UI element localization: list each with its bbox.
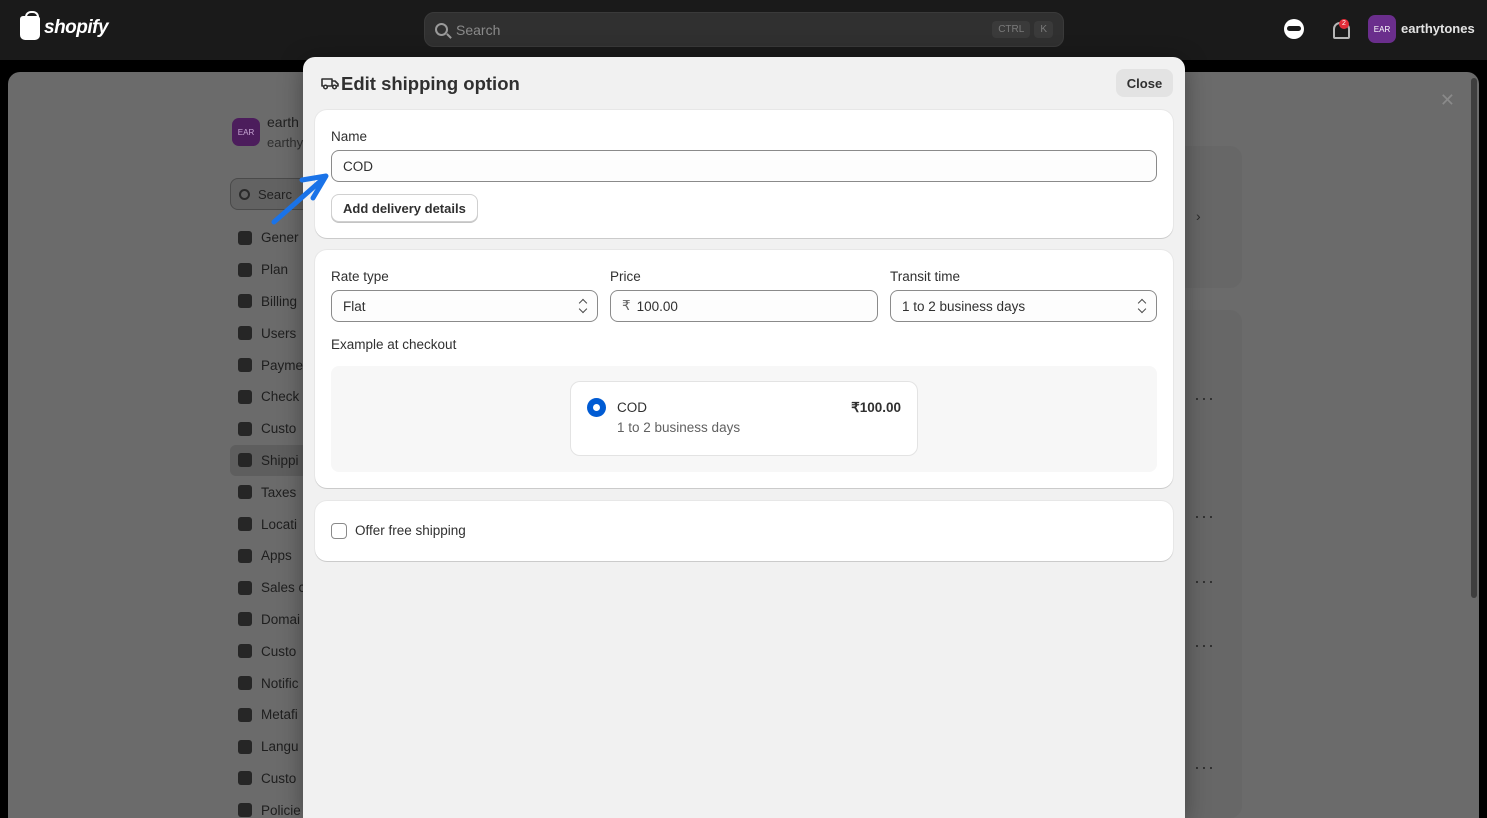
apps-icon xyxy=(238,548,252,563)
price-input[interactable]: ₹ 100.00 xyxy=(610,290,878,322)
more-icon: ··· xyxy=(1194,388,1215,408)
settings-close-icon: ✕ xyxy=(1439,90,1455,110)
modal-header: Edit shipping option Close xyxy=(303,57,1185,109)
rate-type-value: Flat xyxy=(343,298,366,314)
policy-icon xyxy=(238,803,252,818)
transit-time-select[interactable]: 1 to 2 business days xyxy=(890,290,1157,322)
store-domain: earthy xyxy=(267,135,304,150)
search-placeholder: Search xyxy=(456,21,501,38)
metafield-icon xyxy=(238,707,252,722)
shopify-logo[interactable]: shopify xyxy=(20,11,109,40)
plan-icon xyxy=(238,262,252,277)
notification-badge: 2 xyxy=(1339,19,1349,29)
nav-label: Users xyxy=(261,325,297,341)
free-shipping-checkbox[interactable] xyxy=(331,523,347,539)
example-at-checkout-label: Example at checkout xyxy=(331,337,457,352)
cursor-icon xyxy=(238,644,252,659)
select-chevron-icon xyxy=(1138,299,1146,313)
more-icon: ··· xyxy=(1194,506,1215,526)
annotation-arrow-icon xyxy=(271,173,329,225)
checkout-preview-option: COD ₹100.00 1 to 2 business days xyxy=(570,381,918,456)
nav-label: Payme xyxy=(261,357,304,373)
cart-icon xyxy=(238,389,252,404)
store-avatar: EAR xyxy=(232,118,260,146)
add-delivery-details-button[interactable]: Add delivery details xyxy=(331,194,478,222)
transit-time-label: Transit time xyxy=(890,269,961,284)
more-icon: ··· xyxy=(1194,571,1215,591)
select-chevron-icon xyxy=(579,299,587,313)
nav-label: Policie xyxy=(261,802,301,818)
nav-label: Custo xyxy=(261,421,297,437)
language-icon xyxy=(238,739,252,754)
channels-icon xyxy=(238,580,252,595)
rate-type-label: Rate type xyxy=(331,269,389,284)
shortcut-ctrl: CTRL xyxy=(992,21,1031,38)
tax-icon xyxy=(238,485,252,500)
shopify-bag-icon xyxy=(20,11,40,40)
nav-label: Plan xyxy=(261,262,289,278)
nav-label: Billing xyxy=(261,293,298,309)
nav-label: Metafi xyxy=(261,707,298,723)
person-icon xyxy=(238,421,252,436)
nav-label: Taxes xyxy=(261,484,297,500)
name-input[interactable]: COD xyxy=(331,150,1157,182)
free-shipping-label[interactable]: Offer free shipping xyxy=(355,523,466,538)
price-label: Price xyxy=(610,269,641,284)
price-value: 100.00 xyxy=(636,298,678,314)
user-name[interactable]: earthytones xyxy=(1401,21,1475,36)
preview-option-price: ₹100.00 xyxy=(851,400,901,415)
edit-shipping-modal: Edit shipping option Close Name COD Add … xyxy=(303,57,1185,818)
name-card: Name COD Add delivery details xyxy=(315,110,1173,238)
transit-time-value: 1 to 2 business days xyxy=(902,298,1026,314)
search-icon xyxy=(239,188,250,200)
more-icon: ··· xyxy=(1194,757,1215,777)
domain-icon xyxy=(238,612,252,627)
nav-label: Sales c xyxy=(261,580,306,596)
nav-label: Notific xyxy=(261,675,299,691)
store-name: earth xyxy=(267,114,299,130)
user-avatar[interactable]: EAR xyxy=(1368,15,1396,43)
store-icon xyxy=(238,230,252,245)
free-shipping-card: Offer free shipping xyxy=(315,501,1173,561)
bell-icon xyxy=(238,676,252,691)
nav-label: Langu xyxy=(261,739,299,755)
name-input-value: COD xyxy=(343,158,373,174)
nav-label: Custo xyxy=(261,770,297,786)
more-icon: ··· xyxy=(1194,635,1215,655)
search-icon xyxy=(435,23,448,36)
preview-option-transit: 1 to 2 business days xyxy=(617,420,741,435)
payments-icon xyxy=(238,358,252,373)
location-icon xyxy=(238,517,252,532)
sidekick-icon[interactable] xyxy=(1284,19,1304,39)
chevron-right-icon: › xyxy=(1196,208,1202,224)
nav-label: Domai xyxy=(261,611,301,627)
nav-label: Check xyxy=(261,389,300,405)
scrollbar[interactable] xyxy=(1471,78,1477,598)
nav-label: Custo xyxy=(261,643,297,659)
global-search[interactable]: Search CTRL K xyxy=(424,12,1064,47)
brand-name: shopify xyxy=(44,17,109,38)
rate-type-select[interactable]: Flat xyxy=(331,290,598,322)
truck-icon xyxy=(238,453,252,468)
modal-title: Edit shipping option xyxy=(341,73,520,94)
shortcut-k: K xyxy=(1034,21,1053,38)
currency-symbol: ₹ xyxy=(622,298,631,313)
truck-icon xyxy=(321,78,339,90)
users-icon xyxy=(238,326,252,341)
lock-icon xyxy=(238,771,252,786)
close-button[interactable]: Close xyxy=(1116,69,1173,97)
top-bar: shopify Search CTRL K 2 EAR earthytones xyxy=(0,0,1487,60)
checkout-preview-area: COD ₹100.00 1 to 2 business days xyxy=(331,366,1157,472)
name-label: Name xyxy=(331,129,368,144)
nav-label: Gener xyxy=(261,230,299,246)
nav-label: Apps xyxy=(261,548,292,564)
preview-option-name: COD xyxy=(617,400,647,415)
rate-card: Rate type Flat Price ₹ 100.00 Transit ti… xyxy=(315,250,1173,488)
nav-label: Shippi xyxy=(261,452,299,468)
radio-selected-icon xyxy=(587,398,606,417)
nav-label: Locati xyxy=(261,516,298,532)
billing-icon xyxy=(238,294,252,309)
